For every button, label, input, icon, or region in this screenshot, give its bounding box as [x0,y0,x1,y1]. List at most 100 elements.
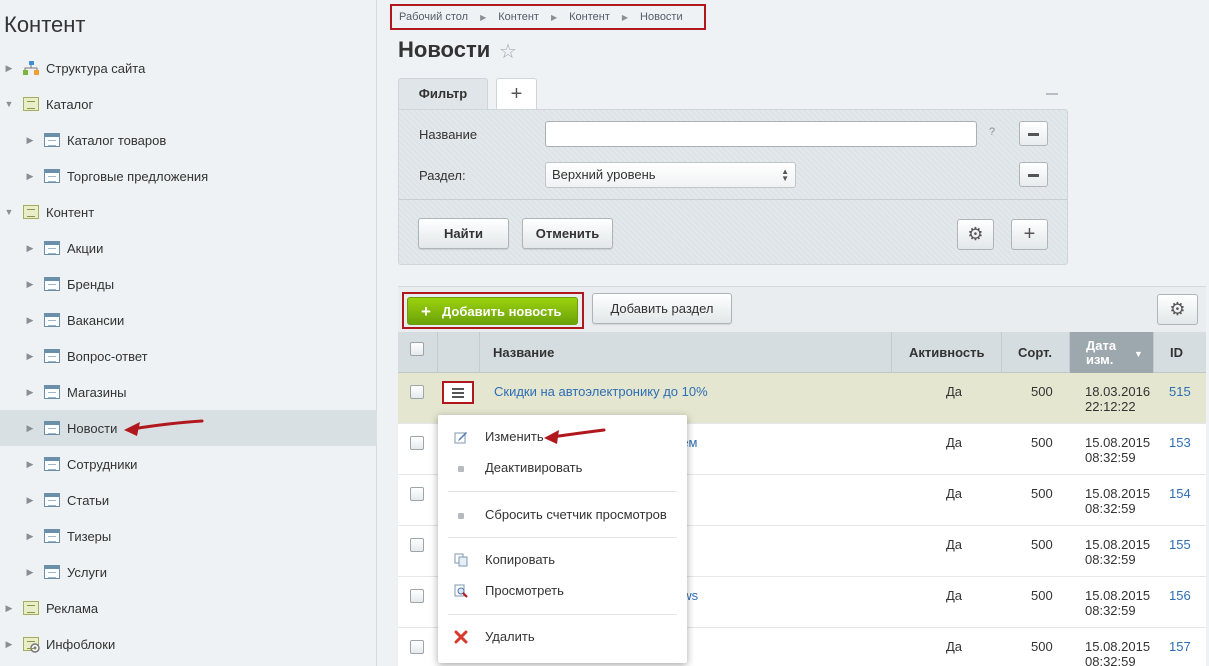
date-value: 15.08.2015 [1085,435,1151,450]
row-checkbox[interactable] [410,640,424,654]
collapse-filter-icon[interactable] [1046,93,1058,95]
cancel-button[interactable]: Отменить [522,218,613,249]
chevron-right-icon[interactable]: ▶ [25,387,35,398]
sidebar-item-2[interactable]: ▶ Каталог товаров [0,122,377,158]
breadcrumb-desktop[interactable]: Рабочий стол [399,11,468,23]
sidebar-item-10[interactable]: ▶ Новости [0,410,377,446]
id-link[interactable]: 157 [1169,639,1191,666]
table-header: Название Активность Сорт. Дата изм. ▼ ID [398,332,1206,373]
row-checkbox[interactable] [410,589,424,603]
chevron-right-icon[interactable]: ▶ [25,459,35,470]
sidebar: Контент ▶ Структура сайта ▼ Каталог ▶ Каталог… [0,0,377,666]
menu-item-view[interactable]: Просмотреть [438,577,687,605]
menu-item-reset-views-label: Сбросить счетчик просмотров [485,507,667,522]
header-date[interactable]: Дата изм. ▼ [1070,332,1154,373]
list-settings-button[interactable]: ⚙ [1157,294,1198,325]
breadcrumb-content[interactable]: Контент [498,11,539,23]
active-cell: Да [946,639,963,654]
header-active[interactable]: Активность [892,332,1002,373]
filter-settings-button[interactable]: ⚙ [957,219,994,250]
sidebar-item-7[interactable]: ▶ Вакансии [0,302,377,338]
section-select[interactable]: Верхний уровень ▲ ▼ [545,162,796,188]
menu-item-view-label: Просмотреть [485,583,564,598]
menu-item-copy-label: Копировать [485,552,555,567]
header-id[interactable]: ID [1154,332,1206,373]
date-value: 18.03.2016 [1085,384,1151,399]
chevron-right-icon[interactable]: ▶ [4,603,14,614]
row-checkbox[interactable] [410,385,424,399]
sidebar-item-5[interactable]: ▶ Акции [0,230,377,266]
date-value: 15.08.2015 [1085,588,1151,603]
header-name[interactable]: Название [480,332,892,373]
page-icon [44,133,60,147]
time-value: 08:32:59 [1085,501,1136,516]
sidebar-item-1[interactable]: ▼ Каталог [0,86,377,122]
sidebar-item-13[interactable]: ▶ Тизеры [0,518,377,554]
chevron-right-icon[interactable]: ▶ [25,279,35,290]
chevron-right-icon[interactable]: ▶ [25,351,35,362]
plus-icon: + [1023,223,1036,245]
menu-item-deactivate-label: Деактивировать [485,460,583,475]
menu-item-deactivate[interactable]: Деактивировать [438,454,687,482]
chevron-right-icon[interactable]: ▶ [25,531,35,542]
breadcrumb-news[interactable]: Новости [640,11,683,23]
row-checkbox[interactable] [410,538,424,552]
row-actions-menu-button[interactable] [442,381,474,404]
sidebar-item-0[interactable]: ▶ Структура сайта [0,50,377,86]
menu-separator [448,614,677,615]
help-icon[interactable]: ? [989,126,995,138]
chevron-right-icon[interactable]: ▶ [25,495,35,506]
row-checkbox[interactable] [410,436,424,450]
chevron-right-icon[interactable]: ▶ [25,423,35,434]
name-filter-input[interactable] [545,121,977,147]
sidebar-item-16[interactable]: ▶ Инфоблоки [0,626,377,662]
chevron-right-icon[interactable]: ▶ [25,243,35,254]
chevron-right-icon[interactable]: ▶ [25,171,35,182]
sidebar-item-14[interactable]: ▶ Услуги [0,554,377,590]
magnifier-icon [454,584,468,598]
select-all-checkbox[interactable] [410,342,424,356]
menu-item-edit[interactable]: Изменить [438,423,687,451]
remove-section-filter-button[interactable] [1019,162,1048,187]
sidebar-item-8[interactable]: ▶ Вопрос-ответ [0,338,377,374]
find-button[interactable]: Найти [418,218,509,249]
sidebar-item-11[interactable]: ▶ Сотрудники [0,446,377,482]
menu-item-delete-label: Удалить [485,629,535,644]
star-icon[interactable]: ☆ [499,39,517,64]
chevron-down-icon[interactable]: ▼ [4,99,14,109]
sidebar-item-label: Магазины [67,384,127,400]
chevron-down-icon[interactable]: ▼ [4,207,14,217]
page-icon [44,421,60,435]
chevron-right-icon[interactable]: ▶ [25,315,35,326]
chevron-right-icon[interactable]: ▶ [4,63,14,74]
filter-panel: Название ? Раздел: Верхний уровень ▲ ▼ На… [398,109,1068,265]
add-section-button[interactable]: Добавить раздел [592,293,732,324]
row-checkbox[interactable] [410,487,424,501]
sidebar-item-12[interactable]: ▶ Статьи [0,482,377,518]
chevron-right-icon[interactable]: ▶ [25,567,35,578]
add-filter-tab-button[interactable]: + [496,78,537,110]
chevron-right-icon[interactable]: ▶ [25,135,35,146]
menu-item-reset-views[interactable]: Сбросить счетчик просмотров [438,501,687,529]
header-sort[interactable]: Сорт. [1002,332,1070,373]
sidebar-item-4[interactable]: ▼ Контент [0,194,377,230]
chevron-right-icon[interactable]: ▶ [4,639,14,650]
main-area: Рабочий стол ▶ Контент ▶ Контент ▶ Новос… [378,0,1209,666]
tab-filter[interactable]: Фильтр [398,78,488,110]
sidebar-item-9[interactable]: ▶ Магазины [0,374,377,410]
remove-name-filter-button[interactable] [1019,121,1048,146]
time-value: 08:32:59 [1085,552,1136,567]
menu-item-delete[interactable]: Удалить [438,623,687,651]
book-icon [23,601,39,615]
add-filter-field-button[interactable]: + [1011,219,1048,250]
menu-item-copy[interactable]: Копировать [438,546,687,574]
time-value: 08:32:59 [1085,603,1136,618]
breadcrumb-content-2[interactable]: Контент [569,11,610,23]
sidebar-item-15[interactable]: ▶ Реклама [0,590,377,626]
sidebar-item-3[interactable]: ▶ Торговые предложения [0,158,377,194]
menu-separator [448,491,677,492]
add-news-button[interactable]: + Добавить новость [407,297,578,325]
date-value: 15.08.2015 [1085,537,1151,552]
sidebar-item-6[interactable]: ▶ Бренды [0,266,377,302]
sidebar-item-label: Вакансии [67,312,125,328]
